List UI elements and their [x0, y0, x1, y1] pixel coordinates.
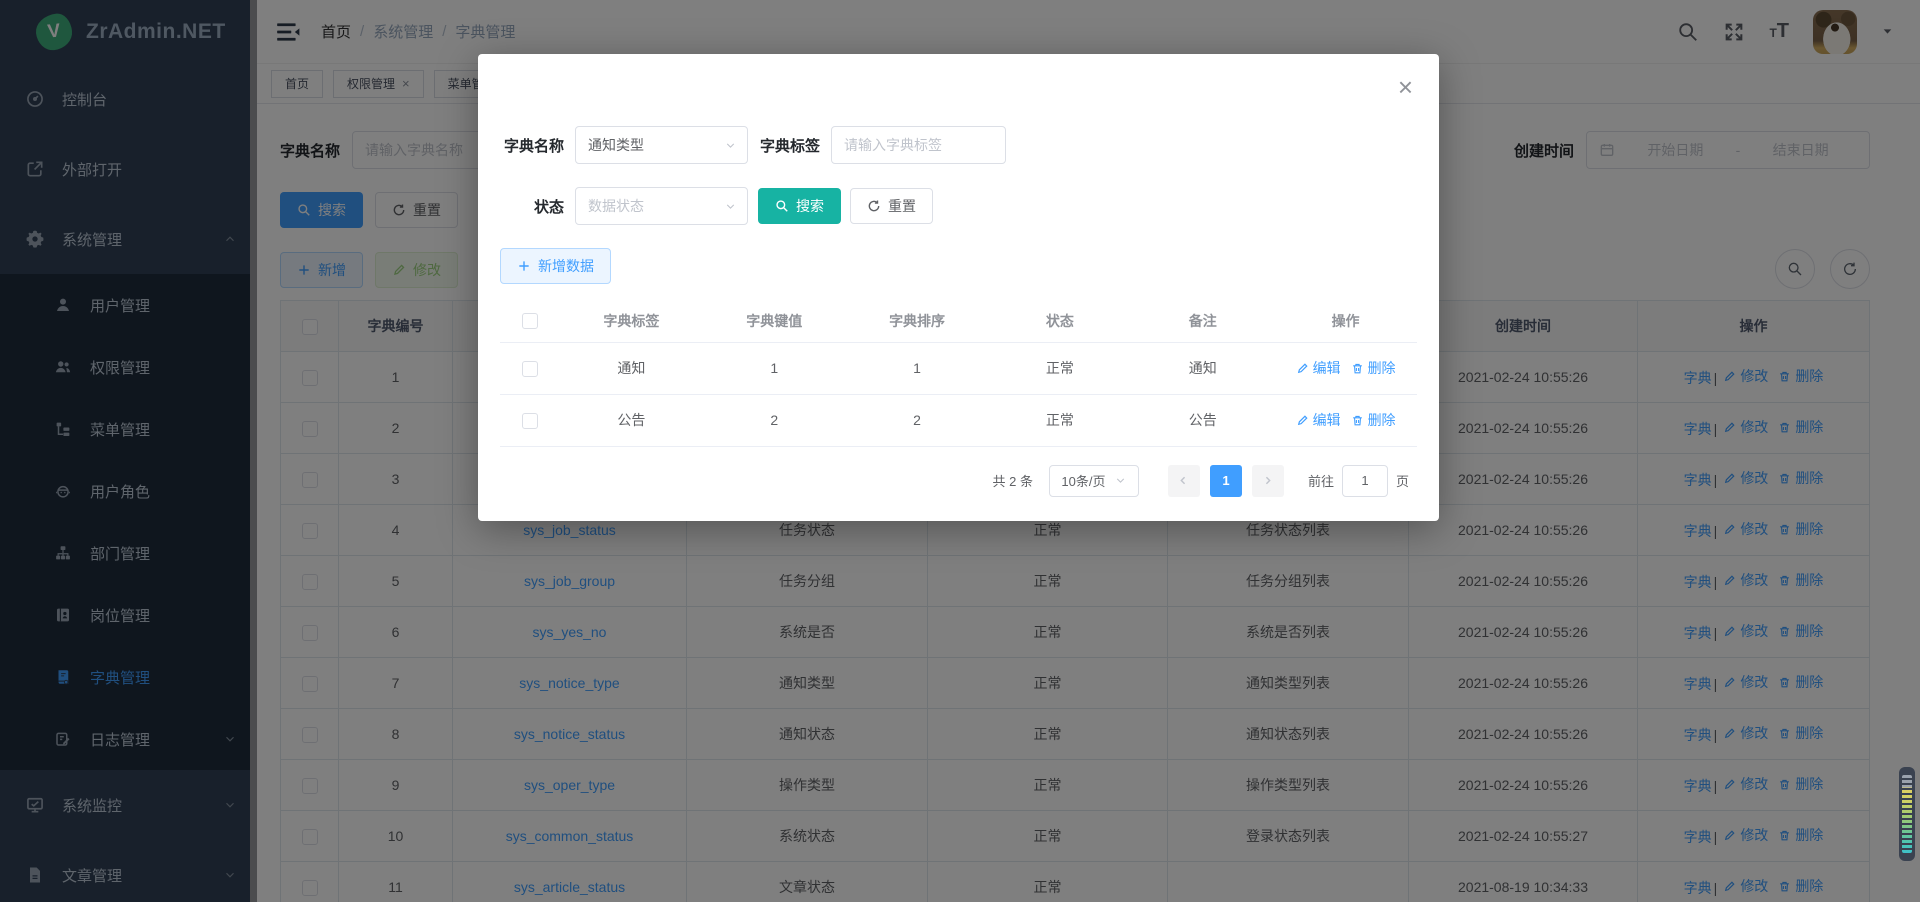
- edit-link[interactable]: 编辑: [1296, 410, 1341, 430]
- chevron-down-icon: [724, 139, 737, 152]
- button-label: 新增数据: [538, 256, 594, 276]
- link-label: 删除: [1368, 410, 1396, 430]
- cell-status: 正常: [988, 342, 1131, 394]
- dialog-reset-button[interactable]: 重置: [850, 188, 933, 224]
- close-icon[interactable]: ×: [1398, 74, 1413, 100]
- col-operation: 操作: [1274, 300, 1417, 342]
- pagination-total: 共 2 条: [993, 471, 1033, 490]
- button-label: 搜索: [796, 196, 824, 216]
- dict-data-table: 字典标签 字典键值 字典排序 状态 备注 操作 通知 1 1 正常 通知 编辑删…: [500, 300, 1417, 447]
- status-label: 状态: [500, 196, 564, 217]
- col-dict-sort: 字典排序: [846, 300, 989, 342]
- edit-link[interactable]: 编辑: [1296, 358, 1341, 378]
- link-label: 删除: [1368, 358, 1396, 378]
- col-dict-tag: 字典标签: [560, 300, 703, 342]
- page-number-button[interactable]: 1: [1210, 465, 1242, 497]
- dict-name-label: 字典名称: [500, 135, 564, 156]
- cell-status: 正常: [988, 394, 1131, 446]
- prev-page-button[interactable]: [1168, 465, 1200, 497]
- chevron-down-icon: [724, 200, 737, 213]
- pagination: 共 2 条 10条/页 1 前往 页: [508, 465, 1409, 497]
- select-value: 10条/页: [1061, 471, 1105, 490]
- link-label: 编辑: [1313, 358, 1341, 378]
- chevron-down-icon: [1114, 474, 1127, 487]
- cell-remark: 公告: [1131, 394, 1274, 446]
- col-status: 状态: [988, 300, 1131, 342]
- cell-dict-value: 1: [703, 342, 846, 394]
- page-unit-label: 页: [1396, 471, 1409, 490]
- dialog-filter-form: 字典名称 通知类型 字典标签 状态 数据状态 搜索 重置: [478, 54, 1439, 225]
- delete-link[interactable]: 删除: [1351, 358, 1396, 378]
- dict-tag-input[interactable]: [831, 126, 1006, 164]
- dict-data-dialog: × 字典名称 通知类型 字典标签 状态 数据状态 搜索 重置 新增数据: [478, 54, 1439, 521]
- select-value: 通知类型: [588, 135, 644, 155]
- cell-dict-sort: 2: [846, 394, 989, 446]
- delete-link[interactable]: 删除: [1351, 410, 1396, 430]
- next-page-button[interactable]: [1252, 465, 1284, 497]
- cell-dict-value: 2: [703, 394, 846, 446]
- row-checkbox[interactable]: [522, 361, 538, 377]
- row-checkbox[interactable]: [522, 413, 538, 429]
- select-placeholder: 数据状态: [588, 196, 644, 216]
- cell-dict-tag: 公告: [560, 394, 703, 446]
- table-header-row: 字典标签 字典键值 字典排序 状态 备注 操作: [500, 300, 1417, 342]
- goto-page-input[interactable]: [1342, 465, 1388, 497]
- cell-remark: 通知: [1131, 342, 1274, 394]
- add-data-button[interactable]: 新增数据: [500, 248, 611, 284]
- cell-dict-sort: 1: [846, 342, 989, 394]
- scroll-indicator-stripes: [1902, 775, 1912, 853]
- page-size-select[interactable]: 10条/页: [1049, 465, 1139, 497]
- button-label: 重置: [888, 196, 916, 216]
- table-row: 公告 2 2 正常 公告 编辑 删除: [500, 394, 1417, 446]
- dialog-search-button[interactable]: 搜索: [758, 188, 841, 224]
- select-all-checkbox[interactable]: [522, 313, 538, 329]
- table-row: 通知 1 1 正常 通知 编辑 删除: [500, 342, 1417, 394]
- goto-label: 前往: [1308, 471, 1334, 490]
- link-label: 编辑: [1313, 410, 1341, 430]
- status-select[interactable]: 数据状态: [575, 187, 748, 225]
- col-dict-value: 字典键值: [703, 300, 846, 342]
- select-all-cell: [500, 300, 560, 342]
- dict-data-body: 通知 1 1 正常 通知 编辑删除 公告 2 2 正常 公告 编辑删除: [500, 342, 1417, 446]
- dict-name-select[interactable]: 通知类型: [575, 126, 748, 164]
- scroll-indicator[interactable]: [1899, 767, 1915, 861]
- col-remark: 备注: [1131, 300, 1274, 342]
- cell-dict-tag: 通知: [560, 342, 703, 394]
- dict-tag-label: 字典标签: [758, 135, 820, 156]
